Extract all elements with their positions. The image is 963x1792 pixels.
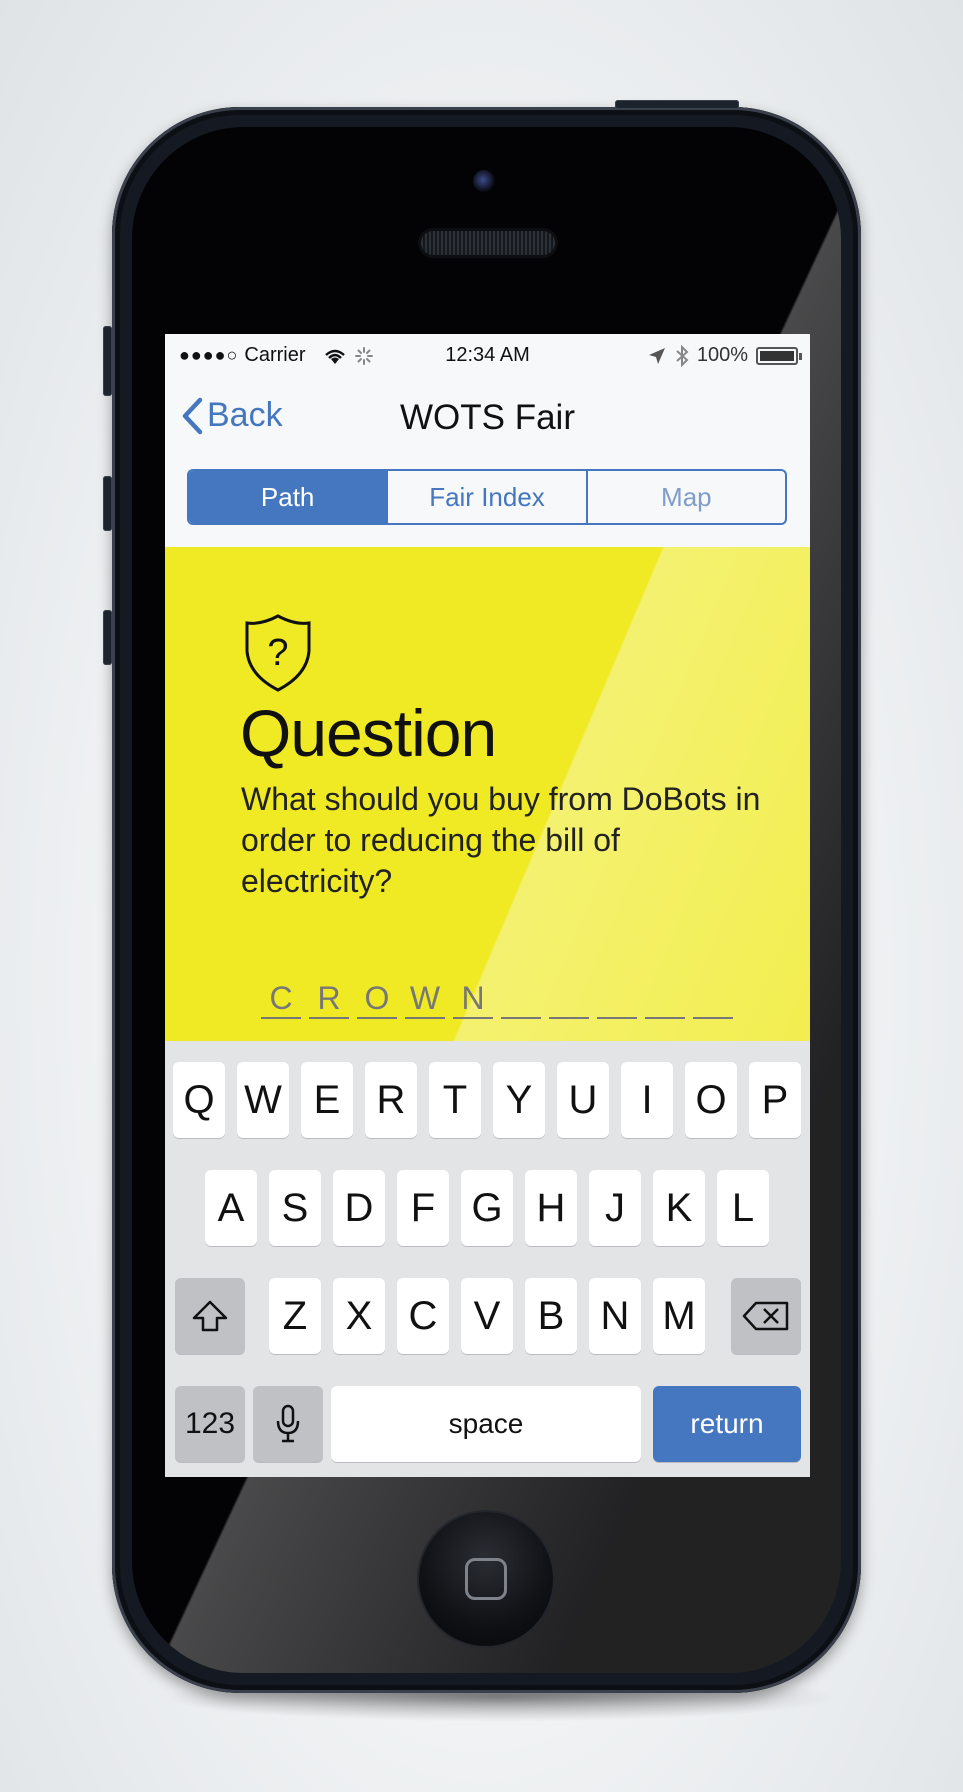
question-panel: ? Question What should you buy from DoBo…	[165, 547, 810, 1047]
segment-map[interactable]: Map	[585, 471, 785, 523]
shield-glyph: ?	[267, 632, 288, 674]
key-q[interactable]: Q	[173, 1062, 225, 1138]
dictation-key[interactable]	[253, 1386, 323, 1462]
key-f[interactable]: F	[397, 1170, 449, 1246]
home-button[interactable]	[419, 1512, 553, 1646]
battery-fill	[760, 350, 794, 361]
space-key[interactable]: space	[331, 1386, 641, 1462]
key-g[interactable]: G	[461, 1170, 513, 1246]
key-p[interactable]: P	[749, 1062, 801, 1138]
keyboard: Q W E R T Y U I O P A S D F G H J K L Z …	[165, 1041, 810, 1477]
answer-slot	[549, 981, 589, 1019]
answer-slot: N	[453, 981, 493, 1019]
key-c[interactable]: C	[397, 1278, 449, 1354]
home-square-icon	[465, 1558, 507, 1600]
key-y[interactable]: Y	[493, 1062, 545, 1138]
shift-arrow-icon	[192, 1300, 228, 1332]
key-r[interactable]: R	[365, 1062, 417, 1138]
front-camera	[473, 170, 495, 192]
answer-slot	[645, 981, 685, 1019]
status-bar: ●●●●○ Carrier 12:34 AM 100%	[165, 334, 810, 376]
battery-percent: 100%	[696, 344, 748, 366]
battery-icon	[756, 346, 802, 365]
key-a[interactable]: A	[205, 1170, 257, 1246]
answer-slot	[693, 981, 733, 1019]
key-b[interactable]: B	[525, 1278, 577, 1354]
key-l[interactable]: L	[717, 1170, 769, 1246]
answer-slot: R	[309, 981, 349, 1019]
app-screen: ●●●●○ Carrier 12:34 AM 100% Back WOTS Fa…	[165, 334, 810, 1477]
key-e[interactable]: E	[301, 1062, 353, 1138]
answer-slot: O	[357, 981, 397, 1019]
key-h[interactable]: H	[525, 1170, 577, 1246]
power-button	[615, 100, 739, 109]
shield-question-icon: ?	[245, 614, 311, 692]
key-s[interactable]: S	[269, 1170, 321, 1246]
delete-key[interactable]	[731, 1278, 801, 1354]
key-w[interactable]: W	[237, 1062, 289, 1138]
answer-slot: W	[405, 981, 445, 1019]
key-n[interactable]: N	[589, 1278, 641, 1354]
navigation-bar: Back WOTS Fair	[165, 376, 810, 456]
segment-path[interactable]: Path	[189, 471, 387, 523]
question-heading: Question	[240, 696, 497, 770]
segment-fair-index[interactable]: Fair Index	[386, 471, 585, 523]
answer-slot	[501, 981, 541, 1019]
backspace-icon	[742, 1301, 789, 1331]
key-o[interactable]: O	[685, 1062, 737, 1138]
key-t[interactable]: T	[429, 1062, 481, 1138]
earpiece-speaker	[421, 231, 555, 255]
key-m[interactable]: M	[653, 1278, 705, 1354]
answer-slot: C	[261, 981, 301, 1019]
key-d[interactable]: D	[333, 1170, 385, 1246]
key-z[interactable]: Z	[269, 1278, 321, 1354]
key-v[interactable]: V	[461, 1278, 513, 1354]
segmented-control: Path Fair Index Map	[187, 469, 787, 525]
key-j[interactable]: J	[589, 1170, 641, 1246]
page-title: WOTS Fair	[400, 398, 575, 437]
volume-down-button	[103, 610, 112, 665]
answer-input[interactable]: C R O W N	[261, 981, 733, 1019]
mute-switch	[103, 326, 112, 396]
key-x[interactable]: X	[333, 1278, 385, 1354]
key-i[interactable]: I	[621, 1062, 673, 1138]
return-key[interactable]: return	[653, 1386, 801, 1462]
microphone-icon	[276, 1404, 300, 1443]
question-text: What should you buy from DoBots in order…	[241, 781, 761, 899]
shift-key[interactable]	[175, 1278, 245, 1354]
bluetooth-icon	[676, 344, 689, 367]
key-k[interactable]: K	[653, 1170, 705, 1246]
key-u[interactable]: U	[557, 1062, 609, 1138]
answer-slot	[597, 981, 637, 1019]
status-right: 100%	[647, 344, 802, 367]
numbers-key[interactable]: 123	[175, 1386, 245, 1462]
location-arrow-icon	[648, 347, 665, 364]
volume-up-button	[103, 476, 112, 531]
